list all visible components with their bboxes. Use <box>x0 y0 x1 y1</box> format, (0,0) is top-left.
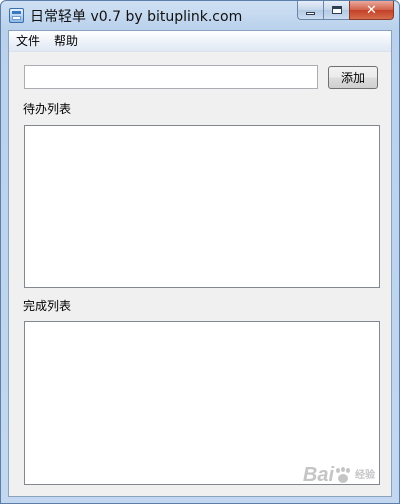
minimize-button[interactable] <box>297 1 323 20</box>
menu-bar: 文件 帮助 <box>9 31 391 52</box>
menu-help[interactable]: 帮助 <box>47 31 85 51</box>
maximize-icon <box>331 6 342 14</box>
watermark-brand-right: 经验 <box>355 470 375 481</box>
window-title: 日常轻单 v0.7 by bituplink.com <box>30 9 243 25</box>
app-window: 日常轻单 v0.7 by bituplink.com ✕ 文件 帮助 添加 待办… <box>0 0 400 504</box>
minimize-icon <box>306 11 315 15</box>
maximize-button[interactable] <box>323 1 349 20</box>
close-button[interactable]: ✕ <box>349 1 394 20</box>
menu-file[interactable]: 文件 <box>9 31 47 51</box>
caption-buttons: ✕ <box>297 1 394 21</box>
app-icon <box>9 8 24 23</box>
paw-icon <box>335 467 351 484</box>
new-todo-input[interactable] <box>24 65 318 89</box>
baidu-jingyan-watermark: Bai 经验 <box>303 464 377 487</box>
close-icon: ✕ <box>366 2 377 18</box>
done-list[interactable] <box>24 321 380 485</box>
done-list-label: 完成列表 <box>23 299 72 313</box>
client-area: 文件 帮助 添加 待办列表 完成列表 <box>8 30 392 497</box>
todo-list-label: 待办列表 <box>23 102 72 116</box>
watermark-brand-left: Bai <box>302 464 334 486</box>
todo-list[interactable] <box>24 125 380 288</box>
add-button[interactable]: 添加 <box>328 66 378 89</box>
title-bar[interactable]: 日常轻单 v0.7 by bituplink.com ✕ <box>1 1 399 30</box>
